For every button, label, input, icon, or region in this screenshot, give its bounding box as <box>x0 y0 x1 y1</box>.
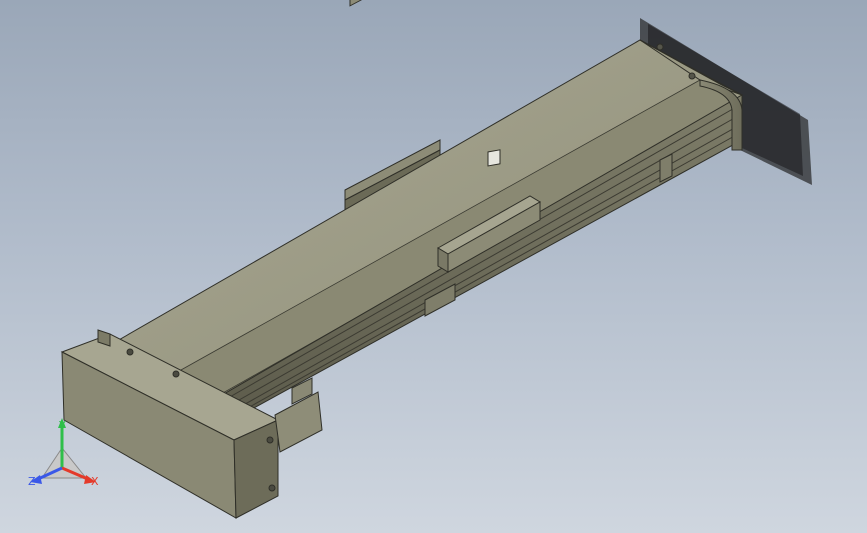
y-axis-label: Y <box>59 419 66 432</box>
view-triad-icon[interactable]: Y X Z <box>22 418 112 498</box>
z-axis-label: Z <box>28 475 36 488</box>
graphics-viewport[interactable]: Y X Z <box>0 0 867 533</box>
x-axis-label: X <box>91 475 99 488</box>
rail-top-cover <box>108 39 744 403</box>
linear-actuator-model[interactable] <box>0 0 867 533</box>
